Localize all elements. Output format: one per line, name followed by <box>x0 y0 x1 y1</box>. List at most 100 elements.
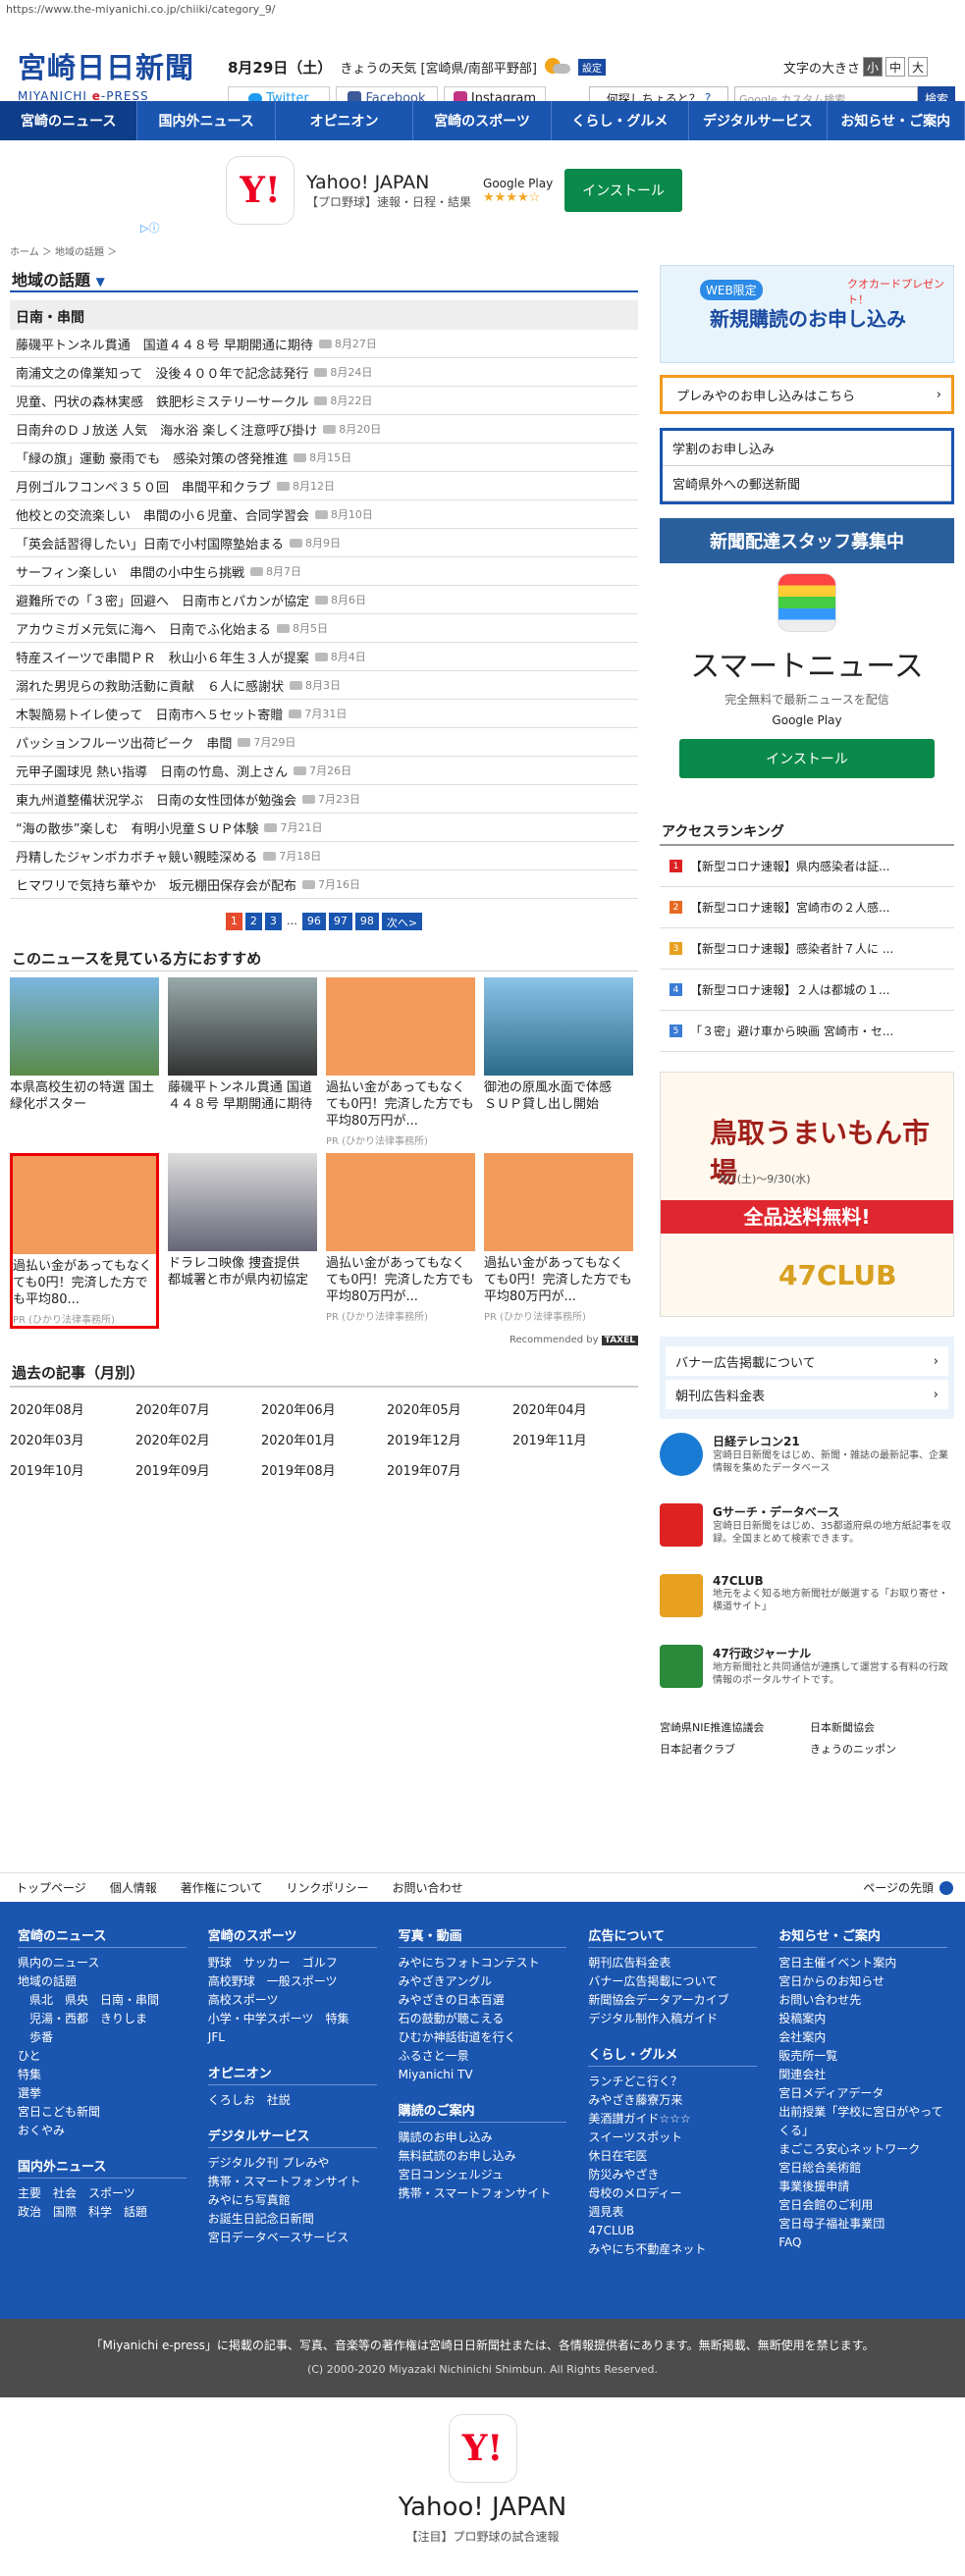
article-item[interactable]: 丹精したジャンボカボチャ競い親睦深める 7月18日 <box>10 842 638 870</box>
nav-item[interactable]: くらし・グルメ <box>552 101 690 140</box>
footer-link[interactable]: おくやみ <box>18 2122 187 2140</box>
footer-link[interactable]: JFL <box>208 2028 377 2047</box>
ranking-item[interactable]: 4 【新型コロナ速報】２人は都城の１... <box>660 970 954 1011</box>
nav-item[interactable]: 宮崎のニュース <box>0 101 138 140</box>
reco-card[interactable]: 本県高校生初の特選 国土緑化ポスター <box>10 977 159 1147</box>
footer-link[interactable]: 新聞協会データアーカイブ <box>588 1991 757 2010</box>
recommended-by[interactable]: Recommended by TAXEL <box>10 1335 638 1350</box>
article-item[interactable]: 東九州道整備状況学ぶ 日南の女性団体が勉強会 7月23日 <box>10 785 638 814</box>
service-item[interactable]: 47行政ジャーナル 地方新聞社と共同通信が連携して運営する有料の行政情報のポータル… <box>660 1645 954 1702</box>
footer-link[interactable]: 宮日母子福祉事業団 <box>778 2215 947 2234</box>
footer-link[interactable]: 宮日会館のご利用 <box>778 2196 947 2215</box>
article-item[interactable]: サーフィン楽しい 串間の小中生ら挑戦 8月7日 <box>10 557 638 586</box>
external-link[interactable]: 日本新聞協会 <box>810 1719 954 1735</box>
footer-link[interactable]: 政治 国際 科学 話題 <box>18 2203 187 2222</box>
nav-item[interactable]: 宮崎のスポーツ <box>413 101 552 140</box>
footer-link[interactable]: 野球 サッカー ゴルフ <box>208 1954 377 1972</box>
banner-ad-link[interactable]: バナー広告掲載について › <box>666 1346 948 1376</box>
footer-link[interactable]: お問い合わせ <box>392 1879 462 1896</box>
archive-link[interactable]: 2020年06月 <box>261 1399 387 1418</box>
footer-link[interactable]: 母校のメロディー <box>588 2184 757 2203</box>
external-link[interactable]: きょうのニッポン <box>810 1741 954 1757</box>
footer-link[interactable]: 朝刊広告料金表 <box>588 1954 757 1972</box>
footer-link[interactable]: 事業後援申請 <box>778 2178 947 2196</box>
service-item[interactable]: 47CLUB 地元をよく知る地方新聞社が厳選する「お取り寄せ・横道サイト」 <box>660 1574 954 1631</box>
reco-card[interactable]: 御池の原風水面で体感 ＳＵＰ貸し出し開始 <box>484 977 633 1147</box>
footer-link[interactable]: ランチどこ行く？ <box>588 2073 757 2091</box>
footer-link[interactable]: 投稿案内 <box>778 2010 947 2028</box>
archive-link[interactable]: 2019年12月 <box>387 1430 512 1448</box>
font-large-button[interactable]: 大 <box>908 57 929 77</box>
footer-link[interactable]: みやざきアングル <box>399 1972 567 1991</box>
install-button[interactable]: インストール <box>564 169 682 212</box>
archive-link[interactable]: 2020年05月 <box>387 1399 512 1418</box>
reco-card[interactable]: 過払い金があってもなくても0円！完済した方でも平均80万円が... PR (ひかり… <box>326 977 475 1147</box>
page-link[interactable]: 3 <box>264 913 282 930</box>
article-item[interactable]: パッションフルーツ出荷ピーク 串間 7月29日 <box>10 728 638 757</box>
archive-link[interactable]: 2020年02月 <box>135 1430 261 1448</box>
weather-setting-button[interactable]: 設定 <box>577 59 606 76</box>
archive-link[interactable]: 2020年04月 <box>512 1399 638 1418</box>
footer-link[interactable]: 会社案内 <box>778 2028 947 2047</box>
archive-link[interactable]: 2019年07月 <box>387 1460 512 1479</box>
site-logo[interactable]: 宮崎日日新聞 MIYANICHI e-PRESS <box>18 45 204 106</box>
footer-heading[interactable]: 宮崎のスポーツ <box>207 1925 377 1948</box>
premium-link[interactable]: プレみやのお申し込みはこちら › <box>660 375 954 414</box>
47club-banner[interactable]: 鳥取うまいもん市場 8/1(土)～9/30(水) 全品送料無料! 47CLUB <box>660 1072 954 1317</box>
article-item[interactable]: 元甲子園球児 熱い指導 日南の竹島、渕上さん 7月26日 <box>10 757 638 785</box>
archive-link[interactable]: 2020年01月 <box>261 1430 387 1448</box>
footer-heading[interactable]: くらし・グルメ <box>588 2044 758 2067</box>
article-item[interactable]: 特産スイーツで串間ＰＲ 秋山小６年生３人が提案 8月4日 <box>10 643 638 671</box>
footer-link[interactable]: 主要 社会 スポーツ <box>18 2184 187 2203</box>
footer-link[interactable]: トップページ <box>16 1879 86 1896</box>
article-item[interactable]: 「英会話習得したい」日南で小村国際塾始まる 8月9日 <box>10 529 638 557</box>
footer-heading[interactable]: オピニオン <box>207 2063 377 2085</box>
footer-link[interactable]: FAQ <box>778 2234 947 2252</box>
footer-heading[interactable]: お知らせ・ご案内 <box>778 1925 947 1948</box>
footer-link[interactable]: お誕生日記念日新聞 <box>208 2210 377 2229</box>
reco-card[interactable]: ドラレコ映像 捜査提供 都城署と市が県内初協定 <box>168 1153 317 1329</box>
footer-link[interactable]: ひと <box>18 2047 187 2066</box>
footer-link[interactable]: まごころ安心ネットワーク <box>778 2140 947 2159</box>
footer-link[interactable]: 宮日こども新聞 <box>18 2103 187 2122</box>
footer-link[interactable]: 携帯・スマートフォンサイト <box>399 2184 567 2203</box>
article-item[interactable]: 他校との交流楽しい 串間の小６児童、合同学習会 8月10日 <box>10 500 638 529</box>
ad-info-icon[interactable]: ▷ⓘ <box>140 220 159 236</box>
article-item[interactable]: アカウミガメ元気に海へ 日南でふ化始まる 8月5日 <box>10 614 638 643</box>
article-item[interactable]: 南浦文之の偉業知って 没後４００年で記念誌発行 8月24日 <box>10 358 638 387</box>
footer-link[interactable]: 著作権について <box>181 1879 263 1896</box>
reco-card[interactable]: 藤磯平トンネル貫通 国道４４８号 早期開通に期待 <box>168 977 317 1147</box>
footer-link[interactable]: 携帯・スマートフォンサイト <box>208 2173 377 2191</box>
footer-link[interactable]: お問い合わせ先 <box>778 1991 947 2010</box>
footer-link[interactable]: みやざきの日本百選 <box>399 1991 567 2010</box>
article-item[interactable]: 溺れた男児らの救助活動に貢献 ６人に感謝状 8月3日 <box>10 671 638 700</box>
external-link[interactable]: 日本記者クラブ <box>660 1741 804 1757</box>
footer-link[interactable]: みやにち写真館 <box>208 2191 377 2210</box>
footer-heading[interactable]: 宮崎のニュース <box>18 1925 187 1948</box>
ranking-item[interactable]: 1 【新型コロナ速報】県内感染者は証... <box>660 846 954 887</box>
subscribe-banner[interactable]: WEB限定 クオカードプレゼント！ 新規購読のお申し込み <box>660 265 954 363</box>
footer-link[interactable]: Miyanichi TV <box>399 2066 567 2084</box>
page-top-button[interactable]: ページの先頭 <box>863 1879 953 1896</box>
archive-link[interactable]: 2020年03月 <box>10 1430 135 1448</box>
reco-card[interactable]: 過払い金があってもなくても0円！完済した方でも平均80... PR (ひかり法律事… <box>10 1153 159 1329</box>
footer-link[interactable]: みやにち不動産ネット <box>588 2240 757 2259</box>
staff-recruit-banner[interactable]: 新聞配達スタッフ募集中 <box>660 518 954 563</box>
footer-link[interactable]: 防災みやざき <box>588 2166 757 2184</box>
footer-link[interactable]: みやざき藤寮万来 <box>588 2091 757 2110</box>
article-item[interactable]: 月例ゴルフコンペ３５０回 串間平和クラブ 8月12日 <box>10 472 638 500</box>
footer-link[interactable]: 宮日コンシェルジュ <box>399 2166 567 2184</box>
nav-item[interactable]: 国内外ニュース <box>137 101 276 140</box>
reco-card[interactable]: 過払い金があってもなくても0円！完済した方でも平均80万円が... PR (ひかり… <box>326 1153 475 1329</box>
footer-link[interactable]: 石の鼓動が聴こえる <box>399 2010 567 2028</box>
footer-link[interactable]: 児湯・西都 きりしま <box>18 2010 187 2028</box>
footer-heading[interactable]: 写真・動画 <box>398 1925 567 1948</box>
section-title[interactable]: 地域の話題 ▼ <box>10 263 638 292</box>
article-item[interactable]: ヒマワリで気持ち華やか 坂元棚田保存会が配布 7月16日 <box>10 870 638 899</box>
footer-link[interactable]: 関連会社 <box>778 2066 947 2084</box>
footer-link[interactable]: リンクポリシー <box>286 1879 368 1896</box>
article-item[interactable]: 「緑の旗」運動 豪雨でも 感染対策の啓発推進 8月15日 <box>10 444 638 472</box>
breadcrumb[interactable]: ホーム ＞ 地域の話題 ＞ <box>10 243 638 263</box>
font-small-button[interactable]: 小 <box>863 57 884 77</box>
service-item[interactable]: Gサーチ・データベース 宮崎日日新聞をはじめ、35都道府県の地方紙記事を収録。全国… <box>660 1503 954 1560</box>
